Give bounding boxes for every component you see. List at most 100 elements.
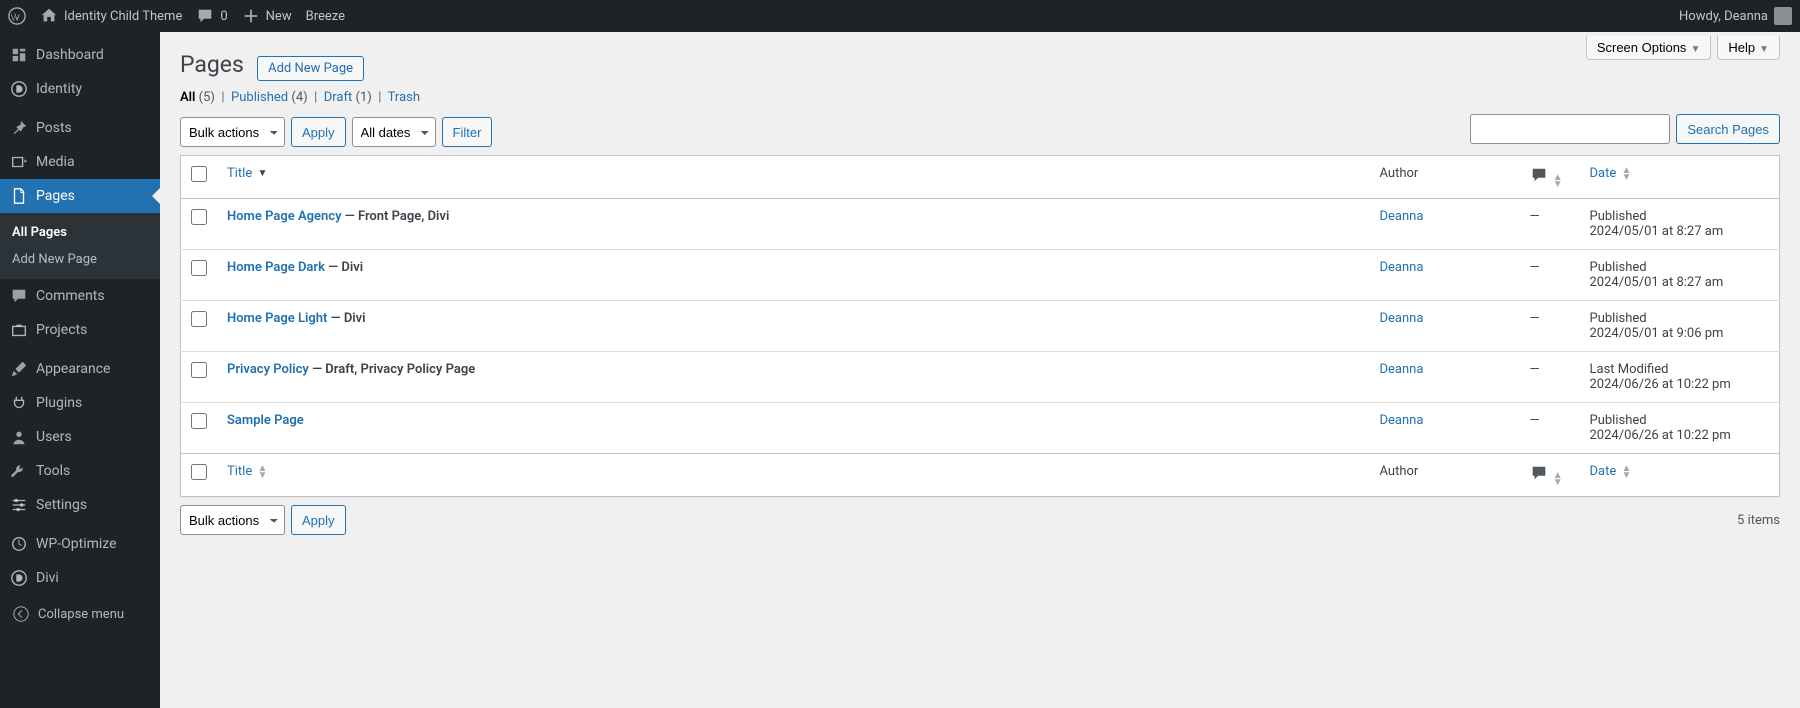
apply-button-top[interactable]: Apply [291, 117, 346, 147]
content-area: Screen Options▼ Help▼ Pages Add New Page… [160, 32, 1800, 708]
sidebar-item-label: Settings [36, 497, 87, 513]
dates-filter-select[interactable]: All dates [352, 117, 436, 147]
row-checkbox[interactable] [191, 209, 207, 225]
sidebar-item-media[interactable]: Media [0, 145, 160, 179]
view-published[interactable]: Published (4) [231, 90, 308, 105]
sidebar-item-settings[interactable]: Settings [0, 488, 160, 522]
post-state: — Front Page, Divi [345, 209, 450, 224]
sort-comments[interactable]: ▲▼ [1530, 173, 1563, 188]
table-row: Home Page Agency — Front Page, Divi Deann… [181, 199, 1780, 250]
comment-icon [1530, 471, 1548, 486]
sidebar-item-label: Dashboard [36, 47, 104, 63]
col-author: Author [1370, 156, 1520, 199]
row-checkbox[interactable] [191, 362, 207, 378]
sidebar-item-appearance[interactable]: Appearance [0, 352, 160, 386]
sidebar-item-label: Identity [36, 81, 82, 97]
comments-count: 0 [220, 9, 227, 24]
page-title-link[interactable]: Privacy Policy [227, 362, 309, 377]
author-link[interactable]: Deanna [1380, 362, 1424, 377]
screen-options-toggle[interactable]: Screen Options▼ [1586, 36, 1712, 60]
sidebar-item-identity[interactable]: Identity [0, 72, 160, 106]
collapse-icon [12, 605, 30, 623]
sidebar-item-projects[interactable]: Projects [0, 313, 160, 347]
sidebar-item-plugins[interactable]: Plugins [0, 386, 160, 420]
date-cell: Published2024/06/26 at 10:22 pm [1580, 403, 1780, 454]
comments-link[interactable]: 0 [196, 7, 227, 25]
avatar [1774, 7, 1792, 25]
submenu-add-new-page[interactable]: Add New Page [0, 246, 160, 273]
author-link[interactable]: Deanna [1380, 311, 1424, 326]
sort-date-bottom[interactable]: Date ▲▼ [1590, 464, 1632, 479]
add-new-page-button[interactable]: Add New Page [257, 56, 364, 81]
sidebar-item-divi[interactable]: Divi [0, 561, 160, 595]
date-cell: Published2024/05/01 at 8:27 am [1580, 250, 1780, 301]
page-title-link[interactable]: Home Page Light [227, 311, 327, 326]
table-row: Home Page Light — Divi Deanna —Published20… [181, 301, 1780, 352]
sidebar-item-tools[interactable]: Tools [0, 454, 160, 488]
row-checkbox[interactable] [191, 413, 207, 429]
help-toggle[interactable]: Help▼ [1717, 36, 1780, 60]
sort-date[interactable]: Date ▲▼ [1590, 166, 1632, 181]
search-box: Search Pages [1470, 114, 1780, 144]
sidebar-item-label: Media [36, 154, 75, 170]
breeze-link[interactable]: Breeze [306, 9, 345, 24]
page-title-link[interactable]: Home Page Agency [227, 209, 342, 224]
sidebar-item-comments[interactable]: Comments [0, 279, 160, 313]
user-icon [10, 428, 28, 446]
page-title-link[interactable]: Home Page Dark [227, 260, 325, 275]
media-icon [10, 153, 28, 171]
sidebar-item-users[interactable]: Users [0, 420, 160, 454]
site-link[interactable]: Identity Child Theme [40, 7, 182, 25]
brush-icon [10, 360, 28, 378]
sort-title[interactable]: Title ▼ [227, 166, 267, 181]
sidebar-item-posts[interactable]: Posts [0, 111, 160, 145]
row-checkbox[interactable] [191, 260, 207, 276]
author-link[interactable]: Deanna [1380, 260, 1424, 275]
sort-title-bottom[interactable]: Title ▲▼ [227, 464, 267, 479]
sidebar-item-pages[interactable]: Pages [0, 179, 160, 213]
bulk-actions-select-bottom[interactable]: Bulk actions [180, 505, 285, 535]
select-all-top[interactable] [191, 166, 207, 182]
select-all-bottom[interactable] [191, 464, 207, 480]
filter-button[interactable]: Filter [442, 117, 493, 147]
row-checkbox[interactable] [191, 311, 207, 327]
collapse-menu[interactable]: Collapse menu [0, 595, 160, 633]
optimize-icon [10, 535, 28, 553]
search-button[interactable]: Search Pages [1676, 114, 1780, 144]
new-link[interactable]: New [242, 7, 292, 25]
author-link[interactable]: Deanna [1380, 413, 1424, 428]
table-row: Home Page Dark — DiviDeanna—Published202… [181, 250, 1780, 301]
date-cell: Published2024/05/01 at 9:06 pm [1580, 301, 1780, 352]
bulk-actions-select-top[interactable]: Bulk actions [180, 117, 285, 147]
circle-d-icon [10, 569, 28, 587]
sidebar-item-label: Projects [36, 322, 87, 338]
portfolio-icon [10, 321, 28, 339]
admin-toolbar: Identity Child Theme 0 New Breeze Howdy,… [0, 0, 1800, 32]
wp-logo[interactable] [8, 7, 26, 25]
apply-button-bottom[interactable]: Apply [291, 505, 346, 535]
view-all[interactable]: All (5) [180, 90, 215, 105]
sidebar-item-dashboard[interactable]: Dashboard [0, 38, 160, 72]
sidebar-item-label: Appearance [36, 361, 110, 377]
account-link[interactable]: Howdy, Deanna [1679, 7, 1792, 25]
view-trash[interactable]: Trash [388, 90, 420, 105]
comments-cell: — [1520, 301, 1580, 352]
pages-table: Title ▼ Author ▲▼ Date ▲▼ Home Page Agen… [180, 155, 1780, 497]
page-title-link[interactable]: Sample Page [227, 413, 304, 428]
submenu-all-pages[interactable]: All Pages [0, 219, 160, 246]
sidebar-item-label: Users [36, 429, 72, 445]
howdy-text: Howdy, Deanna [1679, 9, 1768, 24]
author-link[interactable]: Deanna [1380, 209, 1424, 224]
col-author-bottom: Author [1370, 454, 1520, 497]
comments-cell: — [1520, 250, 1580, 301]
sidebar-item-wp-optimize[interactable]: WP-Optimize [0, 527, 160, 561]
sliders-icon [10, 496, 28, 514]
sort-comments-bottom[interactable]: ▲▼ [1530, 471, 1563, 486]
post-state: — Divi [331, 311, 366, 326]
sidebar-item-label: WP-Optimize [36, 536, 117, 552]
search-input[interactable] [1470, 114, 1670, 144]
view-draft[interactable]: Draft (1) [324, 90, 372, 105]
sidebar-item-label: Posts [36, 120, 72, 136]
wrench-icon [10, 462, 28, 480]
new-label: New [266, 9, 292, 24]
